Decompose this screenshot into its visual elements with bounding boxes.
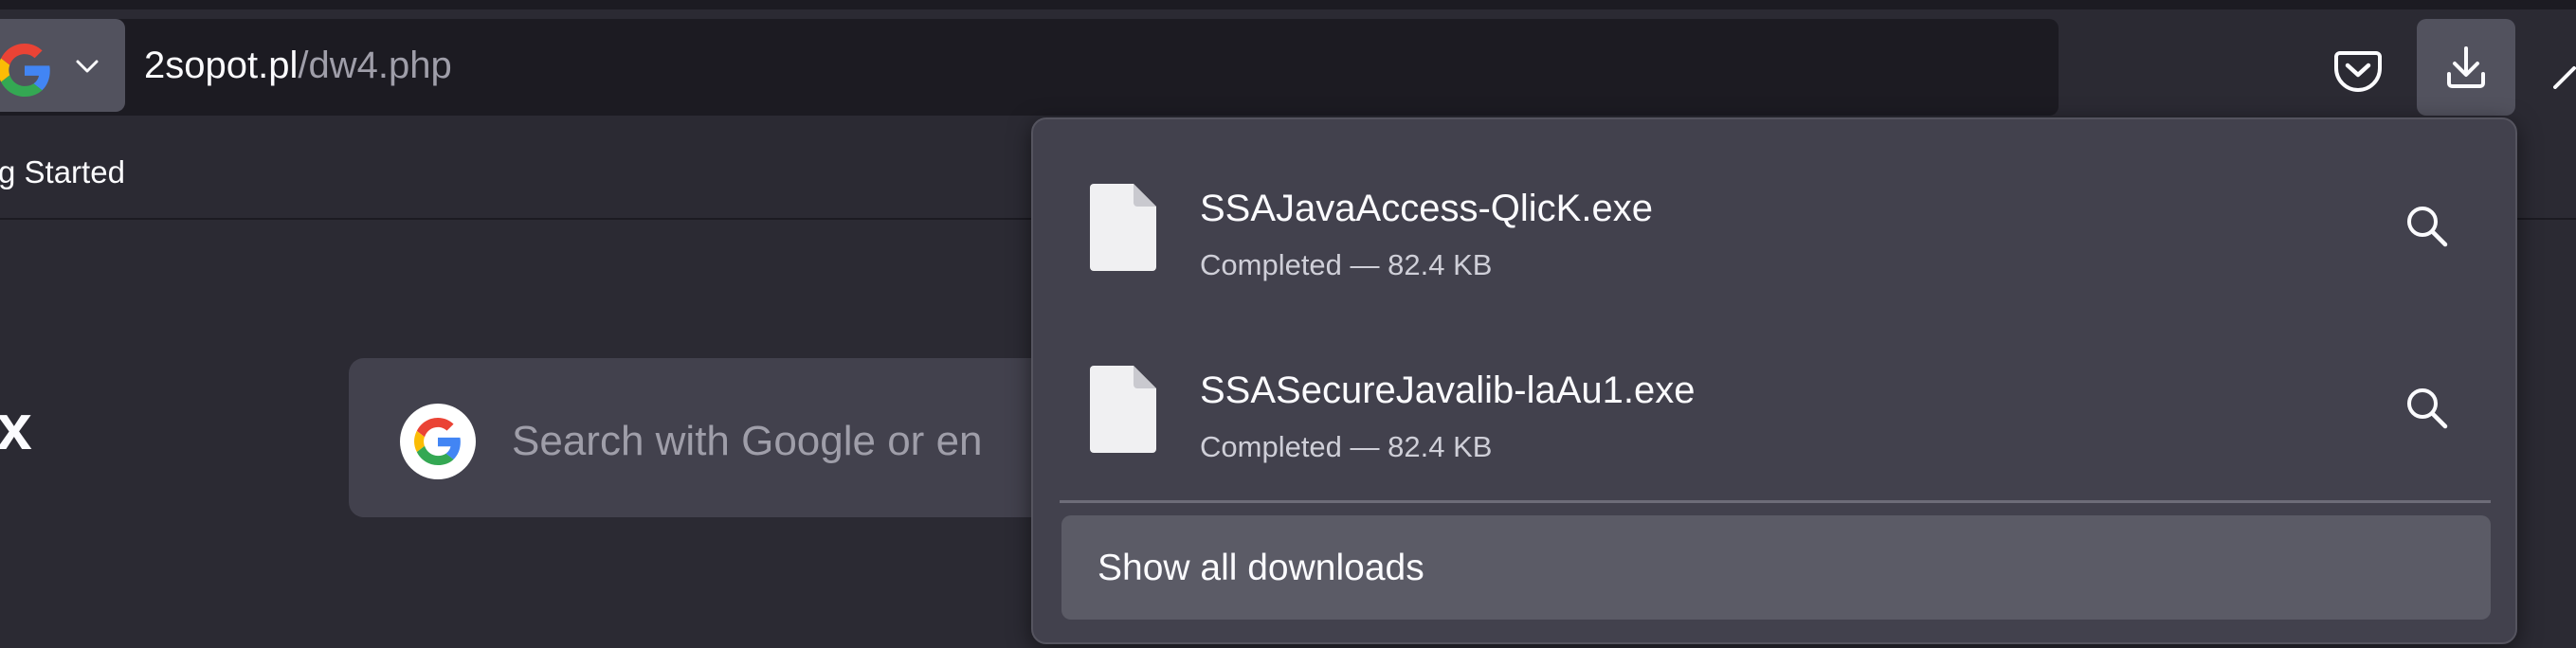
show-all-downloads-button[interactable]: Show all downloads	[1061, 515, 2491, 620]
show-all-downloads-label: Show all downloads	[1098, 548, 1424, 588]
chevron-down-icon	[76, 60, 99, 73]
pocket-icon[interactable]	[2327, 38, 2389, 100]
url-text[interactable]: 2sopot.pl/dw4.php	[144, 44, 452, 87]
downloads-button[interactable]	[2417, 19, 2515, 116]
address-bar[interactable]: 2sopot.pl/dw4.php	[0, 19, 2059, 116]
download-filename: SSAJavaAccess-QlicK.exe	[1200, 188, 1653, 229]
downloads-panel: SSAJavaAccess-QlicK.exe Completed — 82.4…	[1031, 117, 2517, 644]
firefox-wordmark-fragment: x	[0, 391, 32, 463]
download-icon	[2447, 46, 2485, 88]
download-item[interactable]: SSASecureJavalib-laAu1.exe Completed — 8…	[1033, 326, 2515, 506]
url-path: /dw4.php	[298, 45, 452, 86]
download-status: Completed — 82.4 KB	[1200, 248, 1493, 281]
window-top-strip	[0, 0, 2576, 9]
google-g-icon	[0, 44, 50, 97]
file-icon	[1090, 366, 1156, 453]
magnifier-icon[interactable]	[2400, 199, 2457, 256]
bookmark-getting-started[interactable]: g Started	[0, 153, 125, 191]
magnifier-icon[interactable]	[2400, 381, 2457, 438]
overflow-arrow-icon[interactable]	[2553, 63, 2576, 89]
download-item[interactable]: SSAJavaAccess-QlicK.exe Completed — 82.4…	[1033, 144, 2515, 324]
search-engine-button[interactable]	[0, 19, 125, 112]
panel-divider	[1060, 500, 2491, 503]
download-status: Completed — 82.4 KB	[1200, 430, 1493, 463]
file-icon	[1090, 184, 1156, 271]
search-placeholder: Search with Google or en	[512, 418, 983, 464]
google-logo-icon	[400, 404, 476, 479]
download-filename: SSASecureJavalib-laAu1.exe	[1200, 369, 1696, 411]
url-domain: 2sopot.pl	[144, 45, 299, 86]
